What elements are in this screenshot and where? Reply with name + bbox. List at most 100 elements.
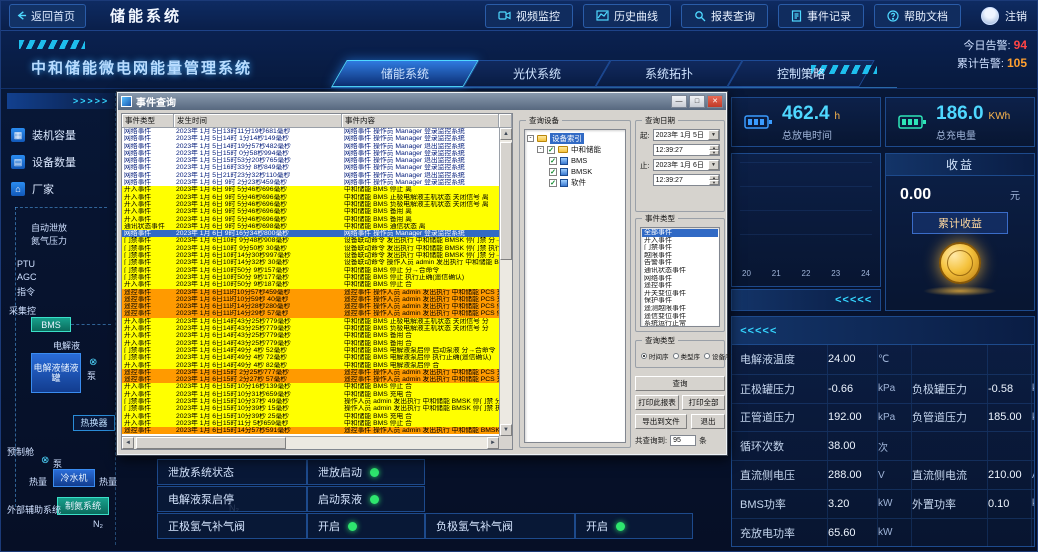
order-radio[interactable]: 类型序 (673, 351, 701, 361)
scroll-right-button[interactable]: ► (487, 437, 499, 449)
spin-down-icon[interactable]: ▼ (709, 150, 719, 155)
event-row[interactable]: 遥控事件 2023年 1月 6日11时10分57秒459毫秒 遥控事件 操作人员… (122, 289, 499, 296)
close-button[interactable]: ✕ (707, 95, 723, 108)
tree-device-row[interactable]: ✓ BMS (549, 155, 623, 166)
event-row[interactable]: 网络事件 2023年 1月 5日15时53分20秒765毫秒 网络事件 操作员 … (122, 157, 499, 164)
event-row[interactable]: 网络事件 2023年 1月 5日16时33分 8秒849毫秒 网络事件 操作员 … (122, 164, 499, 171)
tree-root-row[interactable]: - 设备索引 (527, 133, 623, 144)
event-type-option[interactable]: 通讯状态事件 (642, 267, 718, 275)
event-row[interactable]: 开入事件 2023年 1月 6日14时43分25秒779毫秒 中和储能 BMS … (122, 332, 499, 339)
col-header-time[interactable]: 发生时间 (174, 114, 342, 128)
event-type-option[interactable]: 网络事件 (642, 275, 718, 283)
print-all-button[interactable]: 打印全部 (682, 395, 725, 410)
event-row[interactable]: 门禁事件 2023年 1月 6日10时 9分50秒 30毫秒 设备联动命令 发出… (122, 245, 499, 252)
event-row[interactable]: 网络事件 2023年 1月 6日 9时 2分23秒459毫秒 网络事件 操作员 … (122, 179, 499, 186)
event-row[interactable]: 网络事件 2023年 1月 5日13时11分19秒681毫秒 网络事件 操作员 … (122, 128, 499, 135)
sidebar-item-capacity[interactable]: ▦ 装机容量 (7, 123, 115, 147)
horizontal-scroll-thumb[interactable] (136, 437, 286, 449)
event-row[interactable]: 遥控事件 2023年 1月 6日15时 2分27秒 57毫秒 遥控事件 操作人员… (122, 376, 499, 383)
radio-icon[interactable] (704, 353, 710, 359)
radio-icon[interactable] (641, 353, 647, 359)
exit-button[interactable]: 退出 (691, 414, 725, 429)
event-row[interactable]: 开入事件 2023年 1月 6日 9时 5分46秒696毫秒 中和储能 BMS … (122, 208, 499, 215)
expander-icon[interactable]: - (537, 146, 544, 153)
event-row[interactable]: 开入事件 2023年 1月 6日14时49分 4秒 82毫秒 中和储能 BMS … (122, 362, 499, 369)
event-row[interactable]: 门禁事件 2023年 1月 6日15时10分37秒 49毫秒 操作人员 admi… (122, 398, 499, 405)
event-row[interactable]: 遥控事件 2023年 1月 6日11时10分59秒 40毫秒 遥控事件 操作人员… (122, 296, 499, 303)
to-date-picker[interactable]: 2023年 1月 6日▼ (653, 159, 720, 171)
scroll-up-button[interactable]: ▲ (500, 128, 512, 140)
event-row[interactable]: 开入事件 2023年 1月 6日 9时 5分46秒696毫秒 中和储能 BMS … (122, 201, 499, 208)
event-row[interactable]: 开入事件 2023年 1月 6日15时10分39秒 25毫秒 中和储能 BMS … (122, 413, 499, 420)
event-row[interactable]: 开入事件 2023年 1月 6日14时43分25秒779毫秒 中和储能 BMS … (122, 325, 499, 332)
dialog-titlebar[interactable]: 事件查询 — □ ✕ (118, 93, 726, 110)
report-query-button[interactable]: 报表查询 (681, 4, 768, 28)
spin-down-icon[interactable]: ▼ (709, 180, 719, 185)
event-row[interactable]: 开入事件 2023年 1月 6日15时10分31秒659毫秒 中和储能 BMS … (122, 391, 499, 398)
event-row[interactable]: 开入事件 2023年 1月 6日10时50分 9秒187毫秒 中和储能 BMS … (122, 281, 499, 288)
from-time-input[interactable]: 12:39:27▲▼ (653, 144, 720, 156)
event-row[interactable]: 网络事件 2023年 1月 5日14时 1分14秒149毫秒 网络事件 操作员 … (122, 135, 499, 142)
col-header-type[interactable]: 事件类型 (122, 114, 174, 128)
event-type-option[interactable]: 开入事件 (642, 237, 718, 245)
event-row[interactable]: 开入事件 2023年 1月 6日15时11分 5秒659毫秒 中和储能 BMS … (122, 420, 499, 427)
event-row[interactable]: 网络事件 2023年 1月 5日15时 0分58秒994毫秒 网络事件 操作员 … (122, 150, 499, 157)
horizontal-scrollbar[interactable]: ◄ ► (122, 436, 499, 449)
sidebar-item-devices[interactable]: ▤ 设备数量 (7, 150, 115, 174)
help-docs-button[interactable]: 帮助文档 (874, 4, 961, 28)
device-checkbox[interactable]: ✓ (549, 157, 557, 165)
station-checkbox[interactable]: ✓ (547, 146, 555, 154)
event-type-option[interactable]: 系统运行正常 (642, 320, 718, 327)
event-row[interactable]: 门禁事件 2023年 1月 6日10时14分30秒997毫秒 设备联动命令 发出… (122, 252, 499, 259)
expander-icon[interactable]: - (527, 135, 534, 142)
pump-startstop-value[interactable]: 启动泵液 (307, 486, 425, 512)
order-radio[interactable]: 时间序 (641, 351, 669, 361)
event-row[interactable]: 开入事件 2023年 1月 6日14时43分25秒779毫秒 中和储能 BMS … (122, 318, 499, 325)
event-row[interactable]: 门禁事件 2023年 1月 6日10时14分32秒 30毫秒 设备联动命令 操作… (122, 259, 499, 266)
event-row[interactable]: 遥控事件 2023年 1月 6日15时14分57秒591毫秒 遥控事件 操作人员… (122, 427, 499, 434)
export-file-button[interactable]: 导出到文件 (635, 414, 687, 429)
radio-icon[interactable] (673, 353, 679, 359)
event-type-option[interactable]: 遥信变位事件 (642, 313, 718, 321)
from-date-picker[interactable]: 2023年 1月 5日▼ (653, 129, 720, 141)
event-row[interactable]: 网络事件 2023年 1月 5日21时23分32秒110毫秒 网络事件 操作员 … (122, 172, 499, 179)
event-row[interactable]: 门禁事件 2023年 1月 6日10时50分 9秒177毫秒 中和储能 BMS … (122, 274, 499, 281)
event-row[interactable]: 门禁事件 2023年 1月 6日15时10分39秒 15毫秒 操作人员 admi… (122, 405, 499, 412)
event-type-option[interactable]: 告警事件 (642, 259, 718, 267)
event-row[interactable]: 开入事件 2023年 1月 6日 9时 5分46秒696毫秒 中和储能 BMS … (122, 194, 499, 201)
history-curve-button[interactable]: 历史曲线 (583, 4, 671, 28)
to-time-input[interactable]: 12:39:27▲▼ (653, 174, 720, 186)
event-row[interactable]: 开入事件 2023年 1月 6日15时10分16秒139毫秒 中和储能 BMS … (122, 383, 499, 390)
logout-button[interactable]: 注销 (981, 7, 1027, 25)
col-header-content[interactable]: 事件内容 (342, 114, 499, 128)
device-checkbox[interactable]: ✓ (549, 179, 557, 187)
event-type-option[interactable]: 遥控事件 (642, 282, 718, 290)
dropdown-arrow-icon[interactable]: ▼ (708, 160, 719, 170)
scroll-left-button[interactable]: ◄ (122, 437, 134, 449)
resize-gripper[interactable] (499, 436, 512, 449)
pos-h2-valve-value[interactable]: 开启 (307, 513, 425, 539)
tab[interactable]: 系统拓扑 (603, 60, 735, 87)
event-type-option[interactable]: 开关变位事件 (642, 290, 718, 298)
event-row[interactable]: 开入事件 2023年 1月 6日 9时 5分46秒696毫秒 中和储能 BMS … (122, 186, 499, 193)
cumulative-revenue-button[interactable]: 累计收益 (912, 212, 1008, 234)
event-row[interactable]: 通讯状态事件 2023年 1月 6日 9时 5分46秒698毫秒 中和储能 BM… (122, 223, 499, 230)
order-radio[interactable]: 设备序 (704, 351, 732, 361)
event-type-option[interactable]: 越限事件 (642, 252, 718, 260)
vertical-scroll-thumb[interactable] (500, 142, 512, 260)
event-type-option[interactable]: 保护事件 (642, 297, 718, 305)
tree-device-row[interactable]: ✓ BMSK (549, 166, 623, 177)
back-home-button[interactable]: 返回首页 (9, 4, 86, 28)
tab[interactable]: 光伏系统 (471, 60, 603, 87)
event-row[interactable]: 门禁事件 2023年 1月 6日10时 9分48秒908毫秒 设备联动命令 发出… (122, 237, 499, 244)
tab[interactable]: 储能系统 (339, 60, 471, 87)
event-row[interactable]: 开入事件 2023年 1月 6日14时43分25秒779毫秒 中和储能 BMS … (122, 340, 499, 347)
neg-h2-valve-value[interactable]: 开启 (575, 513, 693, 539)
event-record-button[interactable]: 事件记录 (778, 4, 864, 28)
device-checkbox[interactable]: ✓ (549, 168, 557, 176)
maximize-button[interactable]: □ (689, 95, 705, 108)
event-row[interactable]: 门禁事件 2023年 1月 6日14时49分 4秒 72毫秒 中和储能 BMS … (122, 354, 499, 361)
minimize-button[interactable]: — (671, 95, 687, 108)
event-row[interactable]: 网络事件 2023年 1月 5日14时19分57秒482毫秒 网络事件 操作员 … (122, 143, 499, 150)
event-row[interactable]: 网络事件 2023年 1月 6日 9时16分34秒800毫秒 网络事件 操作员 … (122, 230, 499, 237)
